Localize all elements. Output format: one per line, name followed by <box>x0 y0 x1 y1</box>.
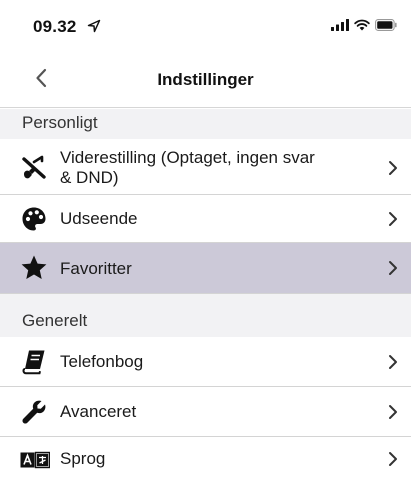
section-title: Personligt <box>22 113 98 132</box>
settings-item-label: Telefonbog <box>60 352 144 371</box>
page-title: Indstillinger <box>157 70 254 89</box>
status-indicators <box>331 19 397 31</box>
wrench-icon <box>20 398 48 426</box>
navigation-bar: Indstillinger <box>0 50 411 108</box>
settings-item-label: Sprog <box>60 449 106 468</box>
chevron-right-icon <box>389 212 397 226</box>
settings-screen: 09.32 Indstillinger Personligt Videresti… <box>0 0 411 481</box>
chevron-right-icon <box>389 452 397 466</box>
star-icon <box>20 254 48 282</box>
settings-item-label: Avanceret <box>60 402 137 421</box>
chevron-right-icon <box>389 261 397 275</box>
location-arrow-icon <box>87 19 101 33</box>
settings-item-language[interactable]: Sprog <box>0 437 411 481</box>
section-title: Generelt <box>22 311 88 330</box>
settings-item-advanced[interactable]: Avanceret <box>0 387 411 437</box>
chevron-right-icon <box>389 355 397 369</box>
settings-item-favorites[interactable]: Favoritter <box>0 243 411 294</box>
call-forward-icon <box>20 153 48 181</box>
section-header-personal: Personligt <box>0 109 411 139</box>
book-icon <box>20 348 48 376</box>
chevron-right-icon <box>389 161 397 175</box>
signal-icon <box>331 19 349 31</box>
status-time: 09.32 <box>33 17 77 36</box>
settings-item-appearance[interactable]: Udseende <box>0 195 411 243</box>
settings-item-phonebook[interactable]: Telefonbog <box>0 337 411 387</box>
language-icon <box>20 446 50 474</box>
settings-item-label: Viderestilling (Optaget, ingen svar <box>60 148 315 167</box>
settings-item-label-line2: & DND) <box>60 168 119 187</box>
settings-item-call-forwarding[interactable]: Viderestilling (Optaget, ingen svar & DN… <box>0 139 411 195</box>
section-header-general: Generelt <box>0 294 411 337</box>
settings-item-label: Udseende <box>60 209 138 228</box>
settings-item-label: Favoritter <box>60 259 132 278</box>
chevron-right-icon <box>389 405 397 419</box>
wifi-icon <box>354 19 370 31</box>
status-bar: 09.32 <box>0 0 411 50</box>
battery-icon <box>375 19 397 31</box>
palette-icon <box>20 205 48 233</box>
